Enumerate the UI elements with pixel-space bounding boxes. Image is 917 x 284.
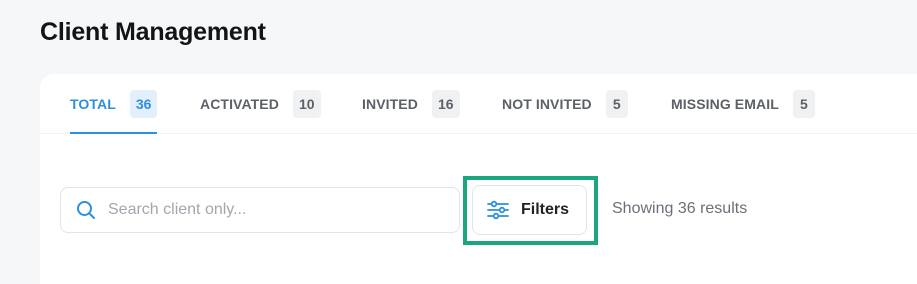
search-box[interactable] <box>60 187 460 233</box>
tab-label: NOT INVITED <box>502 96 592 112</box>
tab-total[interactable]: TOTAL 36 <box>70 74 158 134</box>
tab-count-badge: 10 <box>292 90 321 118</box>
tab-label: MISSING EMAIL <box>671 96 779 112</box>
tab-missing-email[interactable]: MISSING EMAIL 5 <box>671 74 815 134</box>
filters-label: Filters <box>521 201 570 218</box>
tab-count-badge: 5 <box>605 90 628 118</box>
results-count: Showing 36 results <box>612 200 748 217</box>
tab-label: INVITED <box>362 96 418 112</box>
search-input[interactable] <box>108 195 438 225</box>
list-toolbar: Filters Showing 36 results <box>40 134 917 284</box>
filters-button[interactable]: Filters <box>472 185 587 235</box>
tab-label: TOTAL <box>70 96 116 112</box>
tab-count-badge: 5 <box>792 90 815 118</box>
page-title: Client Management <box>40 18 266 46</box>
tab-count-badge: 16 <box>431 90 460 118</box>
tab-label: ACTIVATED <box>200 96 279 112</box>
sliders-icon <box>487 200 509 220</box>
tab-count-badge: 36 <box>129 90 158 118</box>
tab-activated[interactable]: ACTIVATED 10 <box>200 74 321 134</box>
tab-invited[interactable]: INVITED 16 <box>362 74 460 134</box>
tab-not-invited[interactable]: NOT INVITED 5 <box>502 74 628 134</box>
client-panel: TOTAL 36 ACTIVATED 10 INVITED 16 NOT INV… <box>40 74 917 284</box>
status-tabs: TOTAL 36 ACTIVATED 10 INVITED 16 NOT INV… <box>40 74 917 134</box>
search-icon <box>76 200 96 220</box>
